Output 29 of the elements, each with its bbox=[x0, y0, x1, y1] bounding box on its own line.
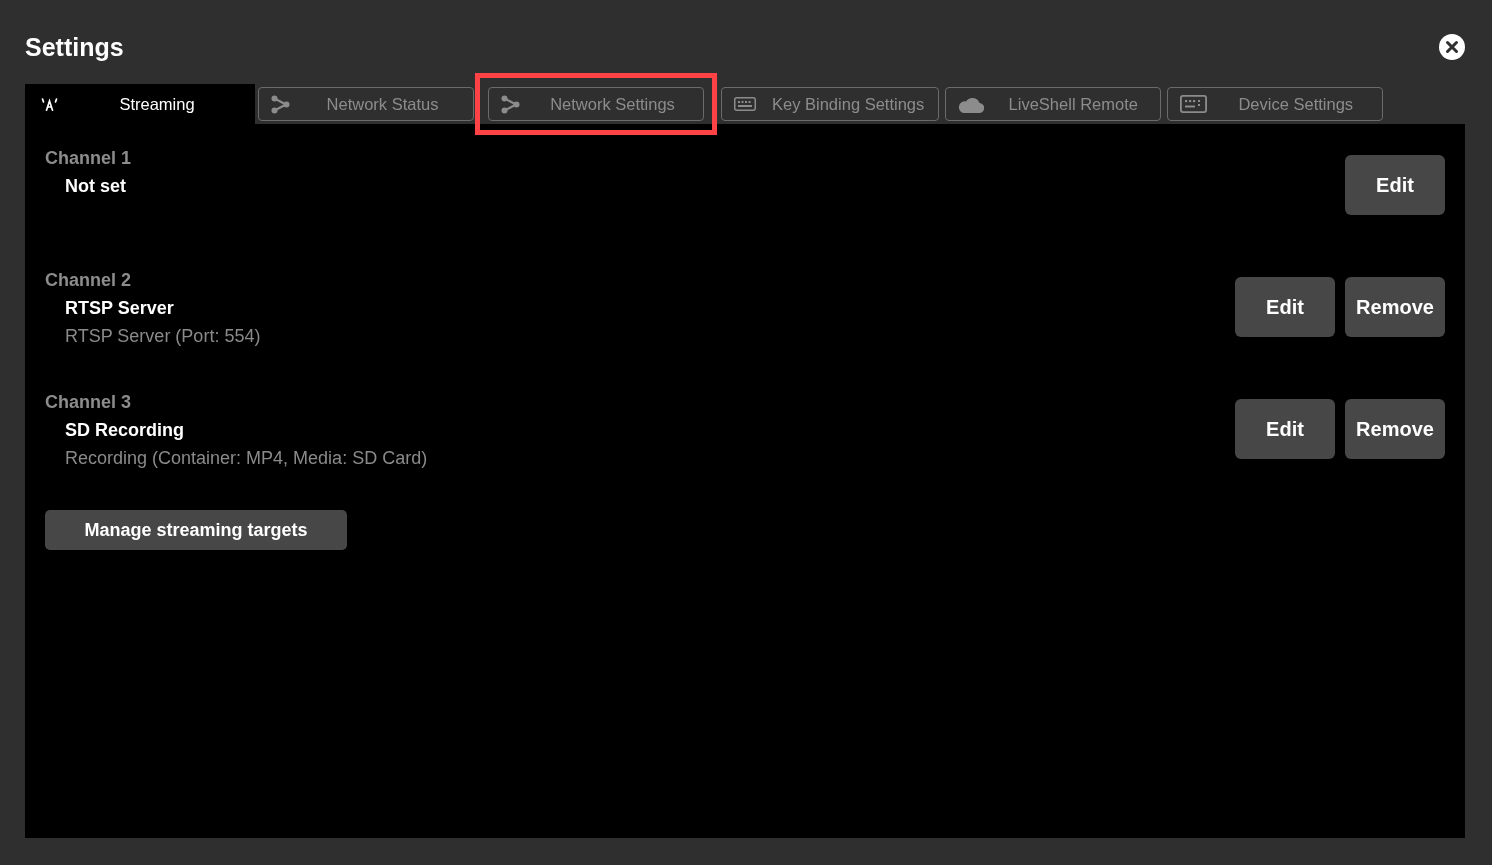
window-title: Settings bbox=[25, 32, 124, 62]
settings-tab[interactable]: Streaming bbox=[25, 84, 255, 124]
channel-details: RTSP Server (Port: 554) bbox=[65, 325, 261, 348]
edit-button[interactable]: Edit bbox=[1235, 399, 1335, 459]
keyboard-icon bbox=[734, 97, 756, 111]
close-icon bbox=[1439, 34, 1465, 60]
channel-name: SD Recording bbox=[65, 419, 184, 442]
close-button[interactable] bbox=[1439, 34, 1465, 60]
share-icon bbox=[501, 94, 520, 114]
broadcast-icon bbox=[40, 97, 59, 111]
settings-tab[interactable]: Key Binding Settings bbox=[721, 87, 940, 121]
remove-button[interactable]: Remove bbox=[1345, 277, 1445, 337]
settings-tab[interactable]: LiveShell Remote bbox=[945, 87, 1162, 121]
settings-tab[interactable]: Device Settings bbox=[1167, 87, 1384, 121]
settings-tab[interactable]: Network Status bbox=[258, 87, 474, 121]
edit-button[interactable]: Edit bbox=[1235, 277, 1335, 337]
channel-label: Channel 2 bbox=[45, 269, 132, 292]
edit-button[interactable]: Edit bbox=[1345, 155, 1445, 215]
device-panel-icon bbox=[1180, 95, 1208, 113]
channel-details: Recording (Container: MP4, Media: SD Card) bbox=[65, 447, 428, 470]
settings-tab[interactable]: Network Settings bbox=[488, 87, 704, 121]
manage-targets-button[interactable]: Manage streaming targets bbox=[45, 510, 347, 550]
channel-label: Channel 3 bbox=[45, 391, 132, 414]
remove-button[interactable]: Remove bbox=[1345, 399, 1445, 459]
cloud-icon bbox=[958, 95, 985, 113]
channel-name: Not set bbox=[65, 175, 126, 198]
share-icon bbox=[271, 94, 290, 114]
channel-label: Channel 1 bbox=[45, 147, 132, 170]
channel-name: RTSP Server bbox=[65, 297, 174, 320]
